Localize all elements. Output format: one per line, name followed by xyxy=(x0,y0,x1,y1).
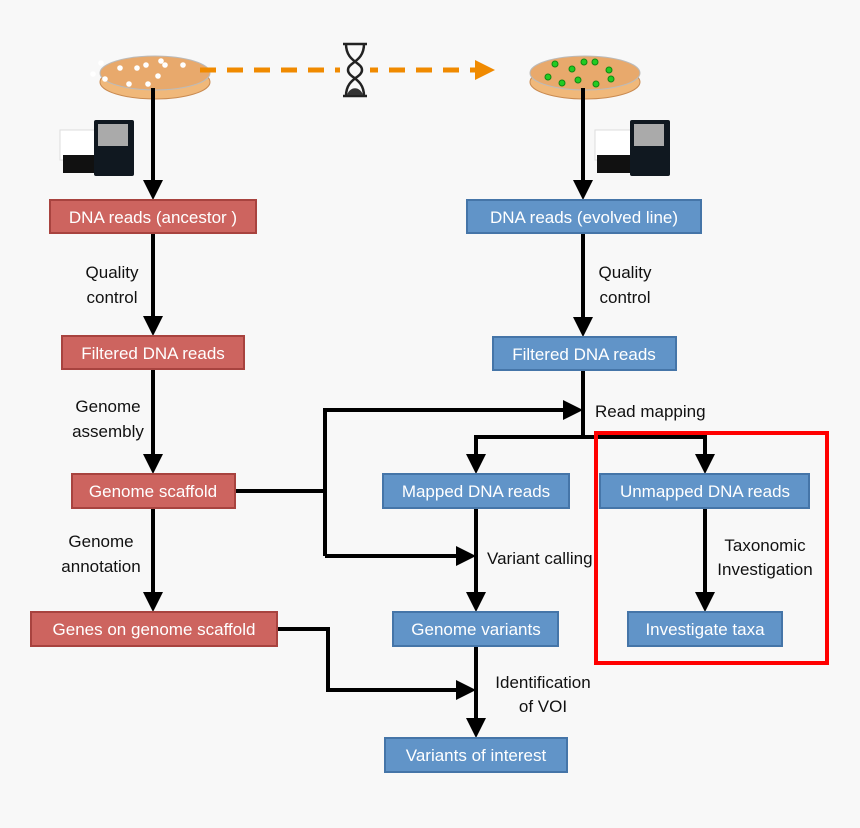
label-identification-voi: Identification xyxy=(495,673,590,692)
box-label: Genes on genome scaffold xyxy=(53,620,256,639)
box-filtered-right[interactable]: Filtered DNA reads xyxy=(492,336,677,371)
box-label: Filtered DNA reads xyxy=(81,344,225,363)
label-read-mapping: Read mapping xyxy=(595,402,706,421)
box-label: Filtered DNA reads xyxy=(512,345,656,364)
hourglass-icon xyxy=(340,42,370,98)
box-label: DNA reads (ancestor ) xyxy=(69,208,237,227)
label-quality-control-left: control xyxy=(86,288,137,307)
label-taxonomic-investigation: Taxonomic xyxy=(724,536,806,555)
label-genome-assembly: Genome xyxy=(75,397,140,416)
workflow-diagram: DNA reads (ancestor ) DNA reads (evolved… xyxy=(30,42,829,773)
box-genome-scaffold[interactable]: Genome scaffold xyxy=(71,473,236,509)
box-label: Unmapped DNA reads xyxy=(620,482,790,501)
box-dna-evolved[interactable]: DNA reads (evolved line) xyxy=(466,199,702,234)
label-genome-annotation: Genome xyxy=(68,532,133,551)
box-mapped[interactable]: Mapped DNA reads xyxy=(382,473,570,509)
petri-dish-ancestor-icon xyxy=(90,55,211,100)
box-label: Mapped DNA reads xyxy=(402,482,550,501)
box-label: Genome variants xyxy=(411,620,540,639)
box-genes[interactable]: Genes on genome scaffold xyxy=(30,611,278,647)
box-investigate-taxa[interactable]: Investigate taxa xyxy=(627,611,783,647)
box-unmapped[interactable]: Unmapped DNA reads xyxy=(599,473,810,509)
label-quality-control-left: Quality xyxy=(86,263,139,282)
box-dna-ancestor[interactable]: DNA reads (ancestor ) xyxy=(49,199,257,234)
sequencer-right-icon xyxy=(594,120,670,176)
label-genome-assembly: assembly xyxy=(72,422,144,441)
label-variant-calling: Variant calling xyxy=(487,549,593,568)
label-identification-voi: of VOI xyxy=(519,697,567,716)
label-quality-control-right: control xyxy=(599,288,650,307)
box-genome-variants[interactable]: Genome variants xyxy=(392,611,559,647)
sequencer-left-icon xyxy=(59,120,134,176)
box-label: DNA reads (evolved line) xyxy=(490,208,678,227)
box-label: Variants of interest xyxy=(406,746,547,765)
box-variants-of-interest[interactable]: Variants of interest xyxy=(384,737,568,773)
label-taxonomic-investigation: Investigation xyxy=(717,560,812,579)
box-label: Investigate taxa xyxy=(645,620,765,639)
label-genome-annotation: annotation xyxy=(61,557,140,576)
box-label: Genome scaffold xyxy=(89,482,217,501)
box-filtered-left[interactable]: Filtered DNA reads xyxy=(61,335,245,370)
label-quality-control-right: Quality xyxy=(599,263,652,282)
